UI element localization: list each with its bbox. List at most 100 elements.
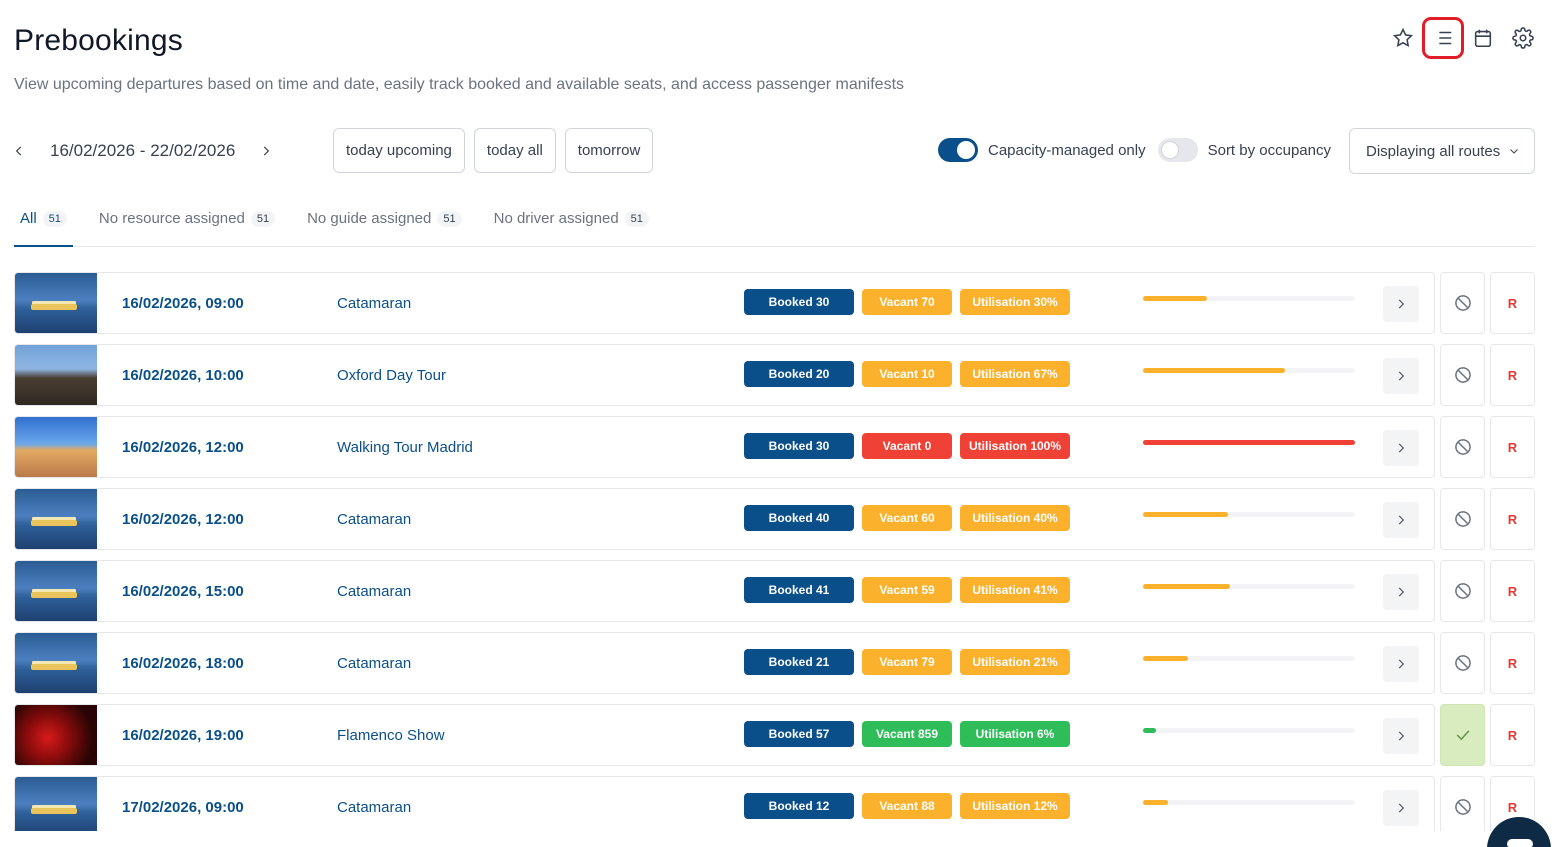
open-departure-button[interactable] [1383,286,1419,322]
status-button[interactable] [1440,632,1485,694]
open-departure-button[interactable] [1383,430,1419,466]
open-departure-button[interactable] [1383,646,1419,682]
open-departure-button[interactable] [1383,574,1419,610]
departure-card[interactable]: 16/02/2026, 18:00 Catamaran Booked 21 Vacan… [14,632,1435,694]
route-name[interactable]: Catamaran [337,799,411,816]
today-all-button[interactable]: today all [473,128,556,173]
vacant-badge: Vacant 59 [862,577,952,603]
status-button[interactable] [1440,272,1485,334]
tab-no-resource-assigned[interactable]: No resource assigned 51 [93,200,281,247]
departure-datetime[interactable]: 16/02/2026, 18:00 [122,655,244,672]
departure-datetime[interactable]: 17/02/2026, 09:00 [122,799,244,816]
route-name[interactable]: Oxford Day Tour [337,367,446,384]
route-thumbnail [15,345,97,405]
tab-bar: All 51 No resource assigned 51 No guide … [14,200,1535,247]
status-button[interactable] [1440,704,1485,766]
departure-row: 16/02/2026, 10:00 Oxford Day Tour Booked 2… [14,344,1535,406]
r-button[interactable]: R [1490,704,1535,766]
departure-card[interactable]: 16/02/2026, 09:00 Catamaran Booked 30 Vacan… [14,272,1435,334]
tab-label: No resource assigned [98,210,245,227]
today-upcoming-button[interactable]: today upcoming [333,128,465,173]
open-departure-button[interactable] [1383,790,1419,826]
route-name[interactable]: Catamaran [337,511,411,528]
utilisation-badge: Utilisation 21% [960,649,1070,675]
chevron-right-icon [1398,587,1405,597]
date-range[interactable]: 16/02/2026 - 22/02/2026 [50,141,235,161]
departure-card[interactable]: 16/02/2026, 12:00 Walking Tour Madrid Book… [14,416,1435,478]
departure-card[interactable]: 16/02/2026, 19:00 Flamenco Show Booked 57 V… [14,704,1435,766]
route-select[interactable]: Displaying all routes [1349,128,1535,174]
status-button[interactable] [1440,416,1485,478]
tab-all[interactable]: All 51 [14,200,73,247]
status-button[interactable] [1440,776,1485,838]
list-view-button[interactable] [1422,17,1464,59]
r-button[interactable]: R [1490,344,1535,406]
open-departure-button[interactable] [1383,502,1419,538]
departure-datetime[interactable]: 16/02/2026, 15:00 [122,583,244,600]
departure-row: 16/02/2026, 12:00 Walking Tour Madrid Book… [14,416,1535,478]
utilisation-bar-fill [1143,296,1207,301]
booked-badge: Booked 57 [744,721,854,747]
tab-count-badge: 51 [250,211,276,227]
r-button[interactable]: R [1490,416,1535,478]
booked-badge: Booked 12 [744,793,854,819]
utilisation-bar-fill [1143,656,1188,661]
departure-card[interactable]: 17/02/2026, 09:00 Catamaran Booked 12 Vacan… [14,776,1435,838]
tab-label: All [20,210,37,227]
vacant-badge: Vacant 70 [862,289,952,315]
status-button[interactable] [1440,560,1485,622]
vacant-badge: Vacant 88 [862,793,952,819]
vacant-badge: Vacant 60 [862,505,952,531]
calendar-view-button[interactable] [1467,22,1499,54]
departure-datetime[interactable]: 16/02/2026, 12:00 [122,439,244,456]
page-header: Prebookings [14,24,183,58]
utilisation-bar-fill [1143,512,1228,517]
open-departure-button[interactable] [1383,358,1419,394]
booked-badge: Booked 40 [744,505,854,531]
utilisation-bar-fill [1143,440,1355,445]
route-name[interactable]: Walking Tour Madrid [337,439,473,456]
departure-datetime[interactable]: 16/02/2026, 12:00 [122,511,244,528]
settings-button[interactable] [1507,22,1539,54]
departure-row: 16/02/2026, 15:00 Catamaran Booked 41 Vacan… [14,560,1535,622]
route-select-value: Displaying all routes [1366,142,1501,160]
route-name[interactable]: Catamaran [337,583,411,600]
tomorrow-button[interactable]: tomorrow [564,128,654,173]
tab-no-driver-assigned[interactable]: No driver assigned 51 [488,200,655,247]
departure-datetime[interactable]: 16/02/2026, 19:00 [122,727,244,744]
utilisation-bar-fill [1143,368,1286,373]
favorite-button[interactable] [1387,22,1419,54]
date-navigation: 16/02/2026 - 22/02/2026 [8,128,277,174]
departure-datetime[interactable]: 16/02/2026, 10:00 [122,367,244,384]
next-week-button[interactable] [255,140,277,162]
capacity-managed-toggle[interactable] [938,138,978,162]
tab-no-guide-assigned[interactable]: No guide assigned 51 [301,200,468,247]
r-button[interactable]: R [1490,560,1535,622]
capacity-managed-label: Capacity-managed only [988,141,1146,159]
departure-card[interactable]: 16/02/2026, 10:00 Oxford Day Tour Booked 2… [14,344,1435,406]
departure-row: 16/02/2026, 12:00 Catamaran Booked 40 Vacan… [14,488,1535,550]
departure-card[interactable]: 16/02/2026, 12:00 Catamaran Booked 40 Vacan… [14,488,1435,550]
departure-row: 16/02/2026, 18:00 Catamaran Booked 21 Vacan… [14,632,1535,694]
departure-row: 16/02/2026, 09:00 Catamaran Booked 30 Vacan… [14,272,1535,334]
status-button[interactable] [1440,488,1485,550]
gear-icon [1512,27,1534,49]
status-button[interactable] [1440,344,1485,406]
tab-label: No driver assigned [493,210,619,227]
route-name[interactable]: Catamaran [337,655,411,672]
departure-datetime[interactable]: 16/02/2026, 09:00 [122,295,244,312]
sort-occupancy-toggle[interactable] [1157,138,1198,162]
calendar-icon [1474,29,1492,48]
departure-card[interactable]: 16/02/2026, 15:00 Catamaran Booked 41 Vacan… [14,560,1435,622]
previous-week-button[interactable] [8,140,30,162]
open-departure-button[interactable] [1383,718,1419,754]
route-thumbnail [15,777,97,837]
page-subtitle: View upcoming departures based on time a… [14,76,905,93]
route-name[interactable]: Flamenco Show [337,727,445,744]
r-button[interactable]: R [1490,632,1535,694]
utilisation-bar-fill [1143,584,1230,589]
r-button[interactable]: R [1490,488,1535,550]
r-button[interactable]: R [1490,272,1535,334]
chevron-left-icon [15,146,22,156]
route-name[interactable]: Catamaran [337,295,411,312]
